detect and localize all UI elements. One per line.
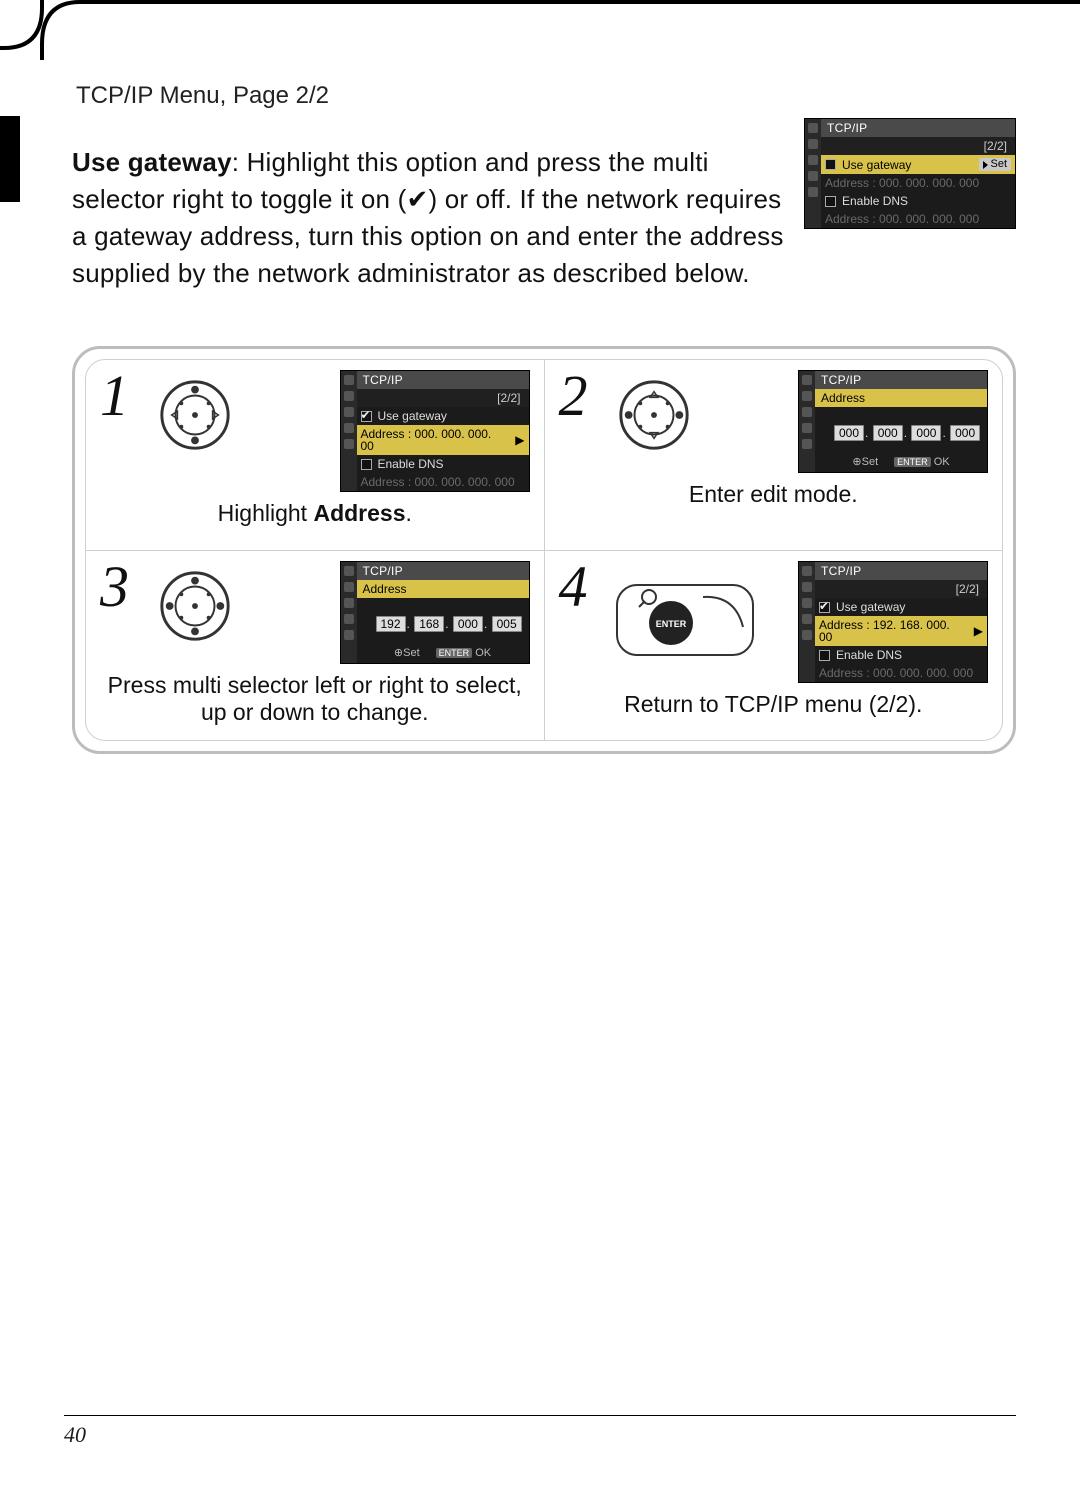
lcd-row-address2-dim: Address : 000. 000. 000. 000 <box>821 210 1015 228</box>
lcd-row-address-dim: Address : 000. 000. 000. 000 <box>815 664 987 682</box>
step-1: 1 <box>86 360 545 550</box>
lcd-footer: ⊕Set ENTER OK <box>815 453 987 472</box>
intro-paragraph: Use gateway: Highlight this option and p… <box>72 144 784 292</box>
enter-tag-icon: ENTER <box>436 648 473 658</box>
checkbox-icon <box>825 196 836 207</box>
checkbox-icon <box>825 159 836 170</box>
lcd-row-use-gateway: Use gateway Set <box>821 155 1015 174</box>
step-number: 4 <box>559 561 605 613</box>
multi-selector-icon <box>615 376 693 454</box>
ip-seg-2: 000 <box>873 425 903 441</box>
lcd-row-address-hl: Address : 192. 168. 000. 00 ▶ <box>815 616 987 646</box>
ip-seg-3: 000 <box>911 425 941 441</box>
lcd-step2: TCP/IP Address 000. 000. 000. 000 <box>798 370 988 473</box>
lcd-row-address-hl: Address : 000. 000. 000. 00 ▶ <box>357 425 529 455</box>
lcd-subtitle-address: Address <box>815 389 987 407</box>
lcd-row-use-gateway: Use gateway <box>815 598 987 616</box>
section-subheading: TCP/IP Menu, Page 2/2 <box>76 82 1016 110</box>
step-number: 2 <box>559 370 605 422</box>
steps-container: 1 <box>72 346 1016 754</box>
lcd-row-enable-dns: Enable DNS <box>821 192 1015 210</box>
ip-seg-4: 000 <box>950 425 980 441</box>
ip-seg-1: 000 <box>834 425 864 441</box>
step-2: 2 <box>545 360 1003 550</box>
checkbox-checked-icon <box>361 411 372 422</box>
lcd-side-icons <box>341 371 357 491</box>
lcd-footer: ⊕Set ENTER OK <box>357 644 529 663</box>
lcd-side-icons <box>341 562 357 663</box>
lcd-row-enable-dns: Enable DNS <box>815 646 987 664</box>
lcd-row-address-dim: Address : 000. 000. 000. 000 <box>821 174 1015 192</box>
lcd-title: TCP/IP <box>821 119 1015 137</box>
lcd-row-use-gateway: Use gateway <box>357 407 529 425</box>
step-number: 3 <box>100 561 146 613</box>
lcd-subtitle-address: Address <box>357 580 529 598</box>
step-4: 4 ENTER <box>545 550 1003 740</box>
lcd-pager: [2/2] <box>815 580 987 598</box>
intro-lead: Use gateway <box>72 147 232 177</box>
step-caption: Highlight Address. <box>100 492 530 529</box>
ip-entry: 000. 000. 000. 000 <box>815 407 987 453</box>
ip-seg-2: 168 <box>414 616 444 632</box>
use-gateway-label: Use gateway <box>842 159 911 171</box>
step-caption: Return to TCP/IP menu (2/2). <box>559 683 989 720</box>
multi-selector-icon <box>156 567 234 645</box>
lcd-step3: TCP/IP Address 192. 168. 000. 005 <box>340 561 530 664</box>
lcd-pager: [2/2] <box>821 137 1015 155</box>
svg-text:ENTER: ENTER <box>655 619 686 629</box>
checkbox-icon <box>819 650 830 661</box>
ip-seg-1: 192 <box>376 616 406 632</box>
lcd-side-icons <box>805 119 821 228</box>
lcd-step1: TCP/IP [2/2] Use gateway Address : 000. … <box>340 370 530 492</box>
lcd-step4: TCP/IP [2/2] Use gateway Address : 192. … <box>798 561 988 683</box>
enter-tag-icon: ENTER <box>894 457 931 467</box>
lcd-side-icons <box>799 562 815 682</box>
lcd-title: TCP/IP <box>815 371 987 389</box>
page-number: 40 <box>64 1415 1016 1448</box>
lcd-title: TCP/IP <box>357 562 529 580</box>
triangle-right-icon <box>983 161 988 169</box>
lcd-main: TCP/IP [2/2] Use gateway Set Address : 0… <box>804 118 1016 229</box>
set-button: Set <box>979 158 1011 171</box>
multi-selector-icon <box>156 376 234 454</box>
checkbox-checked-icon <box>819 602 830 613</box>
step-caption: Enter edit mode. <box>559 473 989 510</box>
step-3: 3 <box>86 550 545 740</box>
page-corner-curve <box>0 0 1080 50</box>
lcd-row-enable-dns: Enable DNS <box>357 455 529 473</box>
side-tab-marker <box>0 116 20 202</box>
lcd-pager: [2/2] <box>357 389 529 407</box>
enable-dns-label: Enable DNS <box>842 195 908 207</box>
step-caption: Press multi selector left or right to se… <box>100 664 530 728</box>
enter-button-illustration: ENTER <box>615 567 755 667</box>
ip-seg-4: 005 <box>492 616 522 632</box>
ip-seg-3: 000 <box>453 616 483 632</box>
checkbox-icon <box>361 459 372 470</box>
triangle-right-icon: ▶ <box>970 625 983 637</box>
lcd-side-icons <box>799 371 815 472</box>
lcd-title: TCP/IP <box>357 371 529 389</box>
triangle-right-icon: ▶ <box>512 434 525 446</box>
step-number: 1 <box>100 370 146 422</box>
lcd-row-address-dim: Address : 000. 000. 000. 000 <box>357 473 529 491</box>
ip-entry: 192. 168. 000. 005 <box>357 598 529 644</box>
lcd-title: TCP/IP <box>815 562 987 580</box>
